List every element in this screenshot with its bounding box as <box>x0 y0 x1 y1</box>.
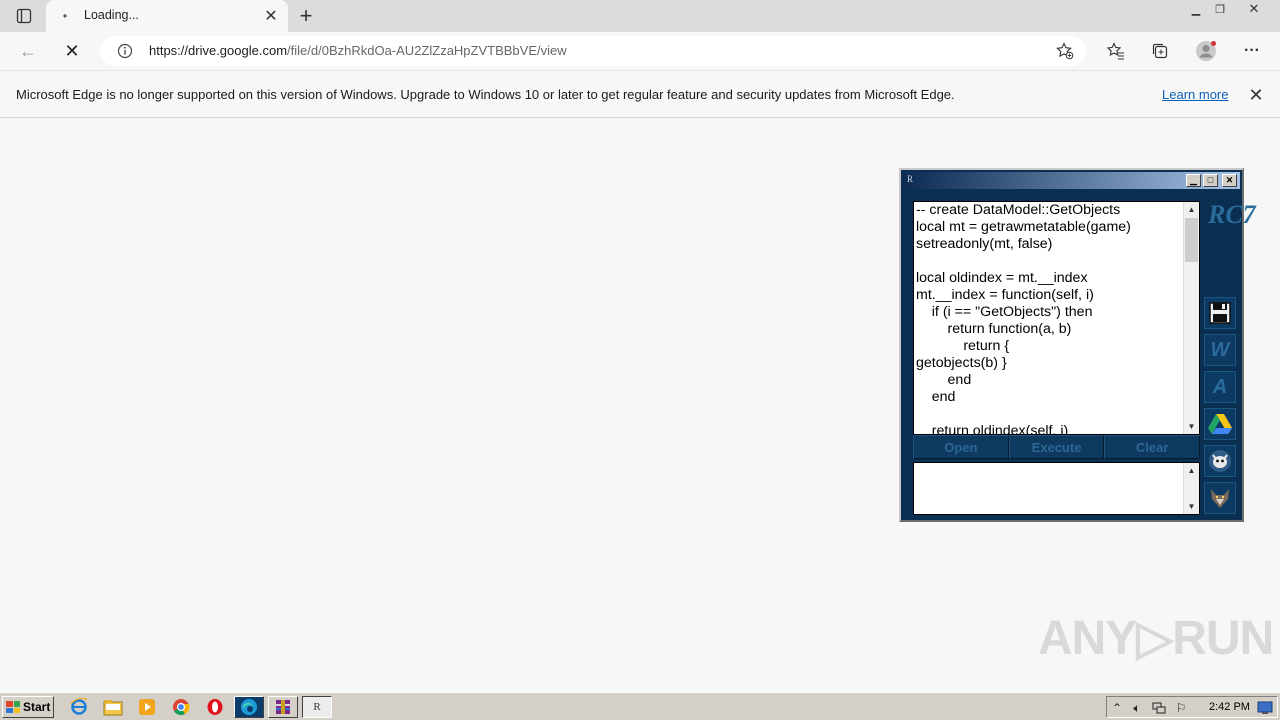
tab-actions-button[interactable] <box>8 4 40 28</box>
a-button[interactable]: A <box>1204 371 1236 403</box>
close-window-icon[interactable]: ✕ <box>1240 0 1268 18</box>
url-host: https://drive.google.com <box>149 43 288 58</box>
file-explorer-icon[interactable] <box>102 697 124 717</box>
address-bar[interactable]: https://drive.google.com/file/d/0BzhRkdO… <box>100 36 1086 66</box>
wolf-icon[interactable] <box>1204 482 1236 514</box>
windows-flag-icon <box>6 701 20 713</box>
taskbar: Start R ⌃ 🔈︎ ⚐ 2:42 PM <box>0 692 1280 720</box>
execute-button[interactable]: Execute <box>1008 435 1105 459</box>
new-tab-button[interactable]: + <box>294 3 318 28</box>
clear-button[interactable]: Clear <box>1104 435 1201 459</box>
restore-window-icon[interactable]: ❐ <box>1206 0 1234 18</box>
w-button[interactable]: W <box>1204 334 1236 366</box>
volume-icon[interactable]: 🔈︎ <box>1129 700 1145 716</box>
scroll-down-icon[interactable]: ▼ <box>1184 419 1199 434</box>
rc7-logo: RC7 <box>1208 200 1256 229</box>
site-info-icon[interactable] <box>116 42 134 60</box>
rc7-task-label: R <box>313 701 321 713</box>
learn-more-link[interactable]: Learn more <box>1162 87 1228 102</box>
system-tray: ⌃ 🔈︎ ⚐ 2:42 PM <box>1106 696 1278 718</box>
output-scroll-down-icon[interactable]: ▼ <box>1184 499 1199 514</box>
rc7-title-icon: R <box>907 174 914 184</box>
action-center-flag-icon[interactable]: ⚐ <box>1173 700 1189 716</box>
script-editor[interactable]: -- create DataModel::GetObjects local mt… <box>913 201 1200 435</box>
chrome-icon[interactable] <box>170 697 192 717</box>
stop-loading-icon[interactable]: ✕ <box>58 38 86 64</box>
infobar-close-icon[interactable]: ✕ <box>1246 85 1266 105</box>
loading-favicon-icon: • <box>62 9 68 23</box>
scroll-up-icon[interactable]: ▲ <box>1184 202 1199 217</box>
unsupported-os-infobar: Microsoft Edge is no longer supported on… <box>0 70 1280 118</box>
tab-close-icon[interactable]: ✕ <box>262 7 280 25</box>
save-floppy-icon[interactable] <box>1204 297 1236 329</box>
taskbar-clock: 2:42 PM <box>1209 701 1250 713</box>
rc7-maximize-icon[interactable]: □ <box>1203 174 1218 187</box>
anyrun-watermark: ANY▷RUN <box>1038 612 1274 665</box>
rc7-close-icon[interactable]: ✕ <box>1222 174 1237 187</box>
browser-tab[interactable]: • Loading... ✕ <box>46 0 288 32</box>
output-scroll-up-icon[interactable]: ▲ <box>1184 463 1199 478</box>
back-arrow-icon[interactable]: ← <box>14 38 42 64</box>
infobar-message: Microsoft Edge is no longer supported on… <box>16 87 955 102</box>
mascot-icon[interactable] <box>1204 445 1236 477</box>
url-path: /file/d/0BzhRkdOa-AU2ZlZzaHpZVTBBbVE/vie… <box>287 43 567 58</box>
taskbar-edge-button[interactable] <box>234 696 264 718</box>
media-player-icon[interactable] <box>136 697 158 717</box>
profile-avatar-icon[interactable] <box>1194 39 1218 63</box>
script-code[interactable]: -- create DataModel::GetObjects local mt… <box>916 202 1183 434</box>
start-label: Start <box>23 700 51 714</box>
add-favorite-icon[interactable] <box>1055 41 1075 61</box>
show-desktop-icon[interactable] <box>1257 700 1273 716</box>
rc7-minimize-icon[interactable]: ▁ <box>1186 174 1201 187</box>
output-box[interactable]: ▲ ▼ <box>913 462 1200 515</box>
rc7-title-bar[interactable]: R ▁ □ ✕ <box>903 172 1240 189</box>
favorites-icon[interactable] <box>1104 39 1128 63</box>
editor-scrollbar[interactable]: ▲ ▼ <box>1183 202 1199 434</box>
taskbar-rc7-button[interactable]: R <box>302 696 332 718</box>
internet-explorer-icon[interactable] <box>68 697 90 717</box>
show-hidden-icons-icon[interactable]: ⌃ <box>1109 700 1125 716</box>
taskbar-winrar-button[interactable] <box>268 696 298 718</box>
tab-strip: • Loading... ✕ + ▁ ❐ ✕ <box>0 0 1280 32</box>
tab-title: Loading... <box>84 8 139 22</box>
output-scrollbar[interactable]: ▲ ▼ <box>1183 463 1199 514</box>
start-button[interactable]: Start <box>2 696 54 718</box>
open-button[interactable]: Open <box>913 435 1009 459</box>
edge-icon <box>241 699 257 715</box>
scroll-thumb[interactable] <box>1185 218 1198 262</box>
google-drive-icon[interactable] <box>1204 408 1236 440</box>
rc7-window: R ▁ □ ✕ -- create DataModel::GetObjects … <box>899 168 1256 522</box>
tab-actions-icon <box>16 8 32 24</box>
browser-toolbar: ← ✕ https://drive.google.com/file/d/0Bzh… <box>0 32 1280 70</box>
collections-icon[interactable] <box>1148 39 1172 63</box>
address-url[interactable]: https://drive.google.com/file/d/0BzhRkdO… <box>149 43 567 58</box>
rc7-side-panel: RC7 W A <box>1202 200 1256 517</box>
more-options-icon[interactable]: ··· <box>1240 39 1264 63</box>
network-icon[interactable] <box>1151 700 1167 716</box>
winrar-icon <box>276 700 290 714</box>
opera-icon[interactable] <box>204 697 226 717</box>
rc7-action-bar: Open Execute Clear <box>913 435 1201 459</box>
